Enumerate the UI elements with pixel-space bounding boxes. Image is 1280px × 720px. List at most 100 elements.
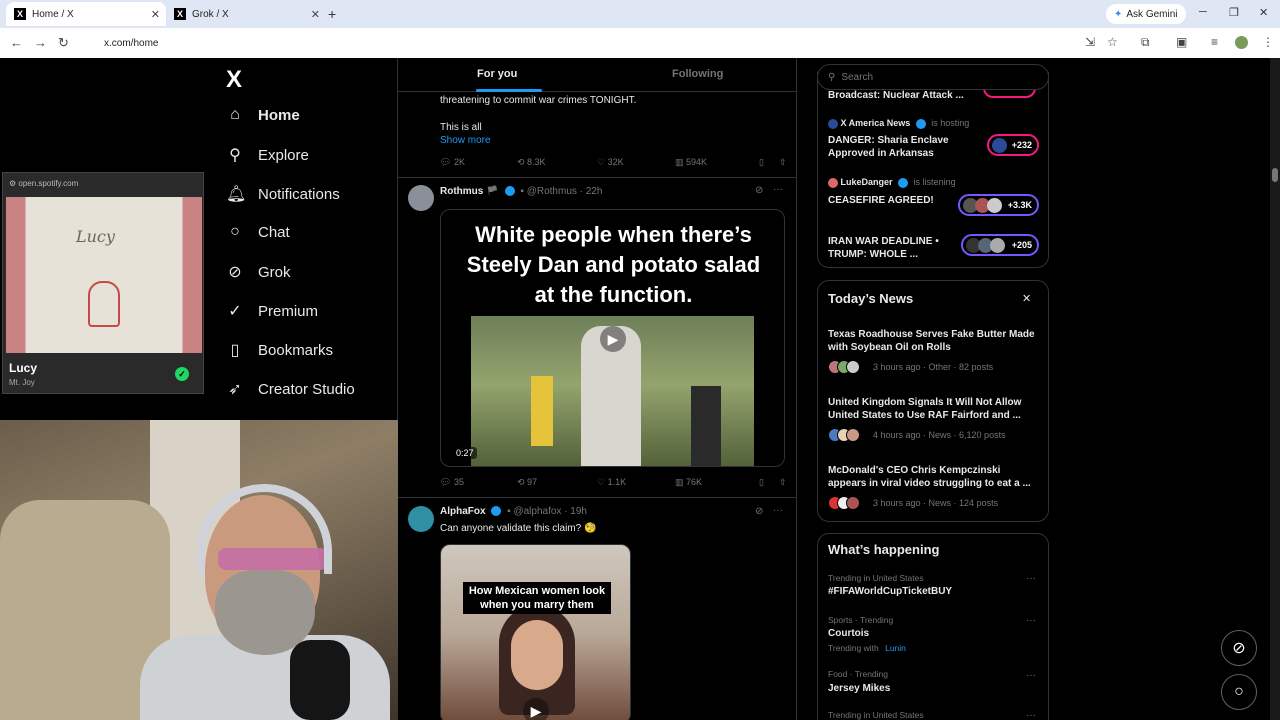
- share-icon[interactable]: ⇧: [779, 157, 787, 168]
- news-title[interactable]: McDonald's CEO Chris Kempczinski appears…: [828, 464, 1038, 490]
- grok-icon[interactable]: ⊘: [755, 506, 763, 517]
- repost-button[interactable]: ⟲ 8.3K: [517, 157, 597, 168]
- tab-for-you[interactable]: For you: [477, 68, 517, 80]
- live-listeners-pill[interactable]: +205: [961, 234, 1039, 256]
- more-icon[interactable]: ···: [1026, 710, 1036, 720]
- video-media[interactable]: How Mexican women look when you marry th…: [440, 544, 631, 720]
- tab-title: Grok / X: [192, 8, 229, 20]
- forward-icon[interactable]: →: [34, 35, 47, 50]
- minimize-icon[interactable]: ─: [1199, 6, 1207, 18]
- ask-gemini-button[interactable]: ✦ Ask Gemini: [1106, 4, 1186, 24]
- scrollbar-thumb[interactable]: [1272, 168, 1278, 182]
- tab-grok[interactable]: X Grok / X ✕: [166, 2, 326, 26]
- profile-avatar[interactable]: [1235, 36, 1248, 49]
- news-title[interactable]: Texas Roadhouse Serves Fake Butter Made …: [828, 328, 1038, 354]
- track-artist: Mt. Joy: [9, 378, 35, 387]
- close-icon[interactable]: ✕: [1022, 292, 1031, 305]
- sidebar-item-explore[interactable]: ⚲ Explore: [226, 145, 309, 165]
- bookmark-star-icon[interactable]: ☆: [1107, 35, 1118, 49]
- host-name[interactable]: LukeDanger: [841, 177, 893, 187]
- avatar[interactable]: [408, 506, 434, 532]
- saved-check-icon[interactable]: ✓: [175, 367, 189, 381]
- views-button[interactable]: ▥ 594K: [675, 157, 759, 168]
- menu-icon[interactable]: ⋮: [1262, 35, 1274, 49]
- flag-icon: 🏴︎: [486, 186, 499, 197]
- reply-button[interactable]: 💬︎ 35: [440, 477, 517, 488]
- close-window-icon[interactable]: ✕: [1259, 6, 1268, 19]
- back-icon[interactable]: ←: [10, 35, 23, 50]
- sidebar-item-chat[interactable]: ○ Chat: [226, 223, 290, 241]
- like-button[interactable]: ♡ 32K: [597, 157, 675, 168]
- live-title[interactable]: DANGER: Sharia Enclave Approved in Arkan…: [828, 134, 978, 160]
- spotify-miniplayer[interactable]: ⚙︎ open.spotify.com Lucy Lucy Mt. Joy ✓: [2, 172, 204, 394]
- url-field[interactable]: x.com/home: [82, 32, 1092, 54]
- bookmark-icon: ▯: [230, 342, 240, 359]
- more-icon[interactable]: ···: [773, 184, 783, 195]
- news-title[interactable]: United Kingdom Signals It Will Not Allow…: [828, 396, 1038, 422]
- extensions-icon[interactable]: ⧉: [1141, 35, 1150, 50]
- trend-category: Trending in United States: [828, 710, 924, 720]
- trend-name[interactable]: Courtois: [828, 628, 869, 639]
- share-icon[interactable]: ⇧: [779, 477, 787, 488]
- bookmark-icon[interactable]: ▯: [759, 157, 779, 168]
- live-title[interactable]: Broadcast: Nuclear Attack ...: [828, 89, 978, 102]
- like-button[interactable]: ♡ 1.1K: [597, 477, 675, 488]
- sidepanel-icon[interactable]: ▣: [1176, 35, 1187, 49]
- more-icon[interactable]: ···: [1026, 573, 1036, 584]
- grok-fab-button[interactable]: ⊘: [1221, 630, 1257, 666]
- close-tab-icon[interactable]: ✕: [311, 8, 320, 21]
- grok-icon: ⊘: [228, 264, 242, 281]
- track-title: Lucy: [9, 361, 38, 375]
- sidebar-item-home[interactable]: ⌂ Home: [226, 106, 300, 124]
- sidebar-item-notifications[interactable]: 🔔︎ Notifications: [226, 184, 340, 204]
- video-figure: [691, 386, 721, 466]
- tab-following[interactable]: Following: [672, 68, 723, 80]
- reply-button[interactable]: 💬︎ 2K: [440, 157, 517, 168]
- more-icon[interactable]: ···: [1026, 670, 1036, 681]
- host-name[interactable]: X America News: [841, 118, 911, 128]
- tab-home[interactable]: X Home / X ✕: [6, 2, 166, 26]
- live-title[interactable]: CEASEFIRE AGREED!: [828, 194, 978, 207]
- search-input[interactable]: ⚲ Search: [817, 64, 1049, 90]
- gemini-icon: ✦: [1114, 8, 1123, 20]
- play-icon[interactable]: ▶: [600, 326, 626, 352]
- post-text: threatening to commit war crimes TONIGHT…: [440, 95, 637, 106]
- host-status: is hosting: [931, 118, 970, 128]
- sidebar-item-bookmarks[interactable]: ▯ Bookmarks: [226, 340, 333, 360]
- live-listeners-pill[interactable]: +232: [987, 134, 1039, 156]
- author-name[interactable]: Rothmus: [440, 186, 483, 197]
- new-tab-button[interactable]: +: [328, 6, 336, 22]
- views-button[interactable]: ▥ 76K: [675, 477, 759, 488]
- media-icon[interactable]: ≡: [1211, 35, 1218, 49]
- sidebar-item-creator-studio[interactable]: ➶ Creator Studio: [226, 379, 354, 399]
- divider: [398, 497, 796, 498]
- video-media[interactable]: White people when there’s Steely Dan and…: [440, 209, 785, 467]
- trend-name[interactable]: #FIFAWorldCupTicketBUY: [828, 586, 952, 597]
- reload-icon[interactable]: ↻: [58, 35, 69, 51]
- trend-extra-link[interactable]: Lunin: [885, 643, 906, 653]
- x-logo[interactable]: X: [226, 66, 242, 94]
- play-icon[interactable]: ▶: [523, 698, 549, 720]
- repost-button[interactable]: ⟲ 97: [517, 477, 597, 488]
- more-icon[interactable]: ···: [773, 505, 783, 516]
- sidebar-item-premium[interactable]: ✓ Premium: [226, 301, 318, 321]
- author-name[interactable]: AlphaFox: [440, 506, 486, 517]
- live-title[interactable]: IRAN WAR DEADLINE • TRUMP: WHOLE ...: [828, 235, 953, 261]
- messages-fab-button[interactable]: ○: [1221, 674, 1257, 710]
- restore-icon[interactable]: ❐: [1229, 6, 1239, 19]
- sidebar-item-grok[interactable]: ⊘ Grok: [226, 262, 290, 282]
- close-tab-icon[interactable]: ✕: [151, 8, 160, 21]
- author-handle[interactable]: @Rothmus: [527, 186, 577, 197]
- scrollbar[interactable]: [1270, 58, 1280, 720]
- show-more-link[interactable]: Show more: [440, 135, 491, 146]
- bookmark-icon[interactable]: ▯: [759, 477, 779, 488]
- grok-icon[interactable]: ⊘: [755, 185, 763, 196]
- avatar[interactable]: [408, 185, 434, 211]
- more-icon[interactable]: ···: [1026, 615, 1036, 626]
- author-handle[interactable]: @alphafox: [513, 506, 561, 517]
- spotify-source: ⚙︎ open.spotify.com: [9, 179, 78, 188]
- install-icon[interactable]: ⇲: [1085, 35, 1095, 49]
- live-listeners-pill[interactable]: +3.3K: [958, 194, 1039, 216]
- settings-icon[interactable]: ⚙︎: [9, 179, 16, 188]
- trend-name[interactable]: Jersey Mikes: [828, 683, 890, 694]
